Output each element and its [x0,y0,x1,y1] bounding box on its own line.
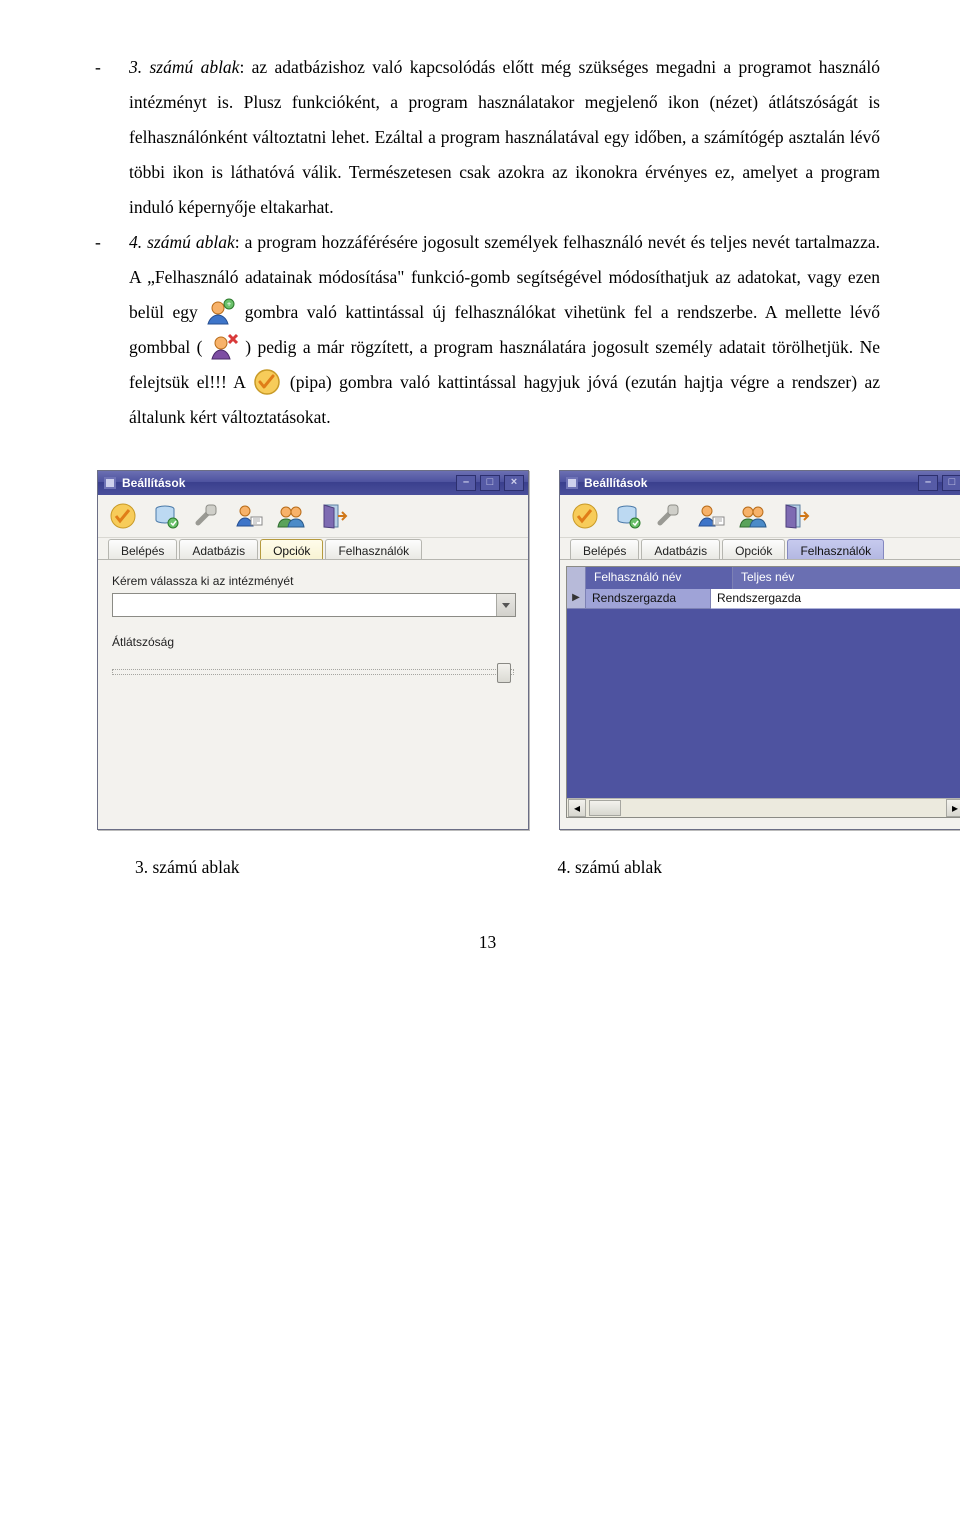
tab-bar: Belépés Adatbázis Opciók Felhasználók [98,538,528,559]
tab-adatbazis[interactable]: Adatbázis [641,539,720,560]
titlebar[interactable]: Beállítások – □ × [98,471,528,495]
caption-window-4: 4. számú ablak [418,850,841,885]
window-opciok: Beállítások – □ × Belépés Adatbázis Opci… [97,470,529,830]
row-marker-icon: ▶ [567,589,586,609]
col-username[interactable]: Felhasználó név [586,567,733,589]
users-grid[interactable]: Felhasználó név Teljes név ▶ Rendszergaz… [566,566,960,818]
hscroll-thumb[interactable] [589,800,621,816]
link-plug-icon[interactable] [192,501,222,531]
window-title: Beállítások [122,476,185,490]
add-user-icon: + [206,298,236,326]
list-item-3-text: : az adatbázishoz való kapcsolódás előtt… [129,57,880,217]
db-refresh-icon[interactable] [150,501,180,531]
institution-label: Kérem válassza ki az intézményét [112,574,514,588]
transparency-label: Átlátszóság [112,635,514,649]
tab-belepes[interactable]: Belépés [570,539,639,560]
window-icon [104,477,116,489]
col-fullname[interactable]: Teljes név [733,567,960,589]
maximize-button[interactable]: □ [942,475,960,491]
institution-combo[interactable] [112,593,516,617]
transparency-slider[interactable] [112,669,514,675]
list-item-3-body: 3. számú ablak: az adatbázishoz való kap… [129,50,880,225]
chevron-down-icon[interactable] [496,594,515,616]
tab-bar: Belépés Adatbázis Opciók Felhasználók [560,538,960,559]
tab-felhasznalok[interactable]: Felhasználók [787,539,884,560]
maximize-button[interactable]: □ [480,475,500,491]
grid-header: Felhasználó név Teljes név [567,567,960,589]
screenshot-row: Beállítások – □ × Belépés Adatbázis Opci… [95,470,880,830]
tab-belepes[interactable]: Belépés [108,539,177,560]
tab-opciok[interactable]: Opciók [260,539,323,560]
edit-user-icon[interactable] [696,501,726,531]
confirm-icon[interactable] [570,501,600,531]
grid-body: ▶ Rendszergazda Rendszergazda [567,589,960,817]
cell-fullname[interactable]: Rendszergazda [711,589,960,609]
db-refresh-icon[interactable] [612,501,642,531]
list-item-4-body: 4. számú ablak: a program hozzáférésére … [129,225,880,435]
close-button[interactable]: × [504,475,524,491]
screenshot-captions: 3. számú ablak 4. számú ablak [95,850,880,885]
users-group-icon[interactable] [276,501,306,531]
caption-window-3: 3. számú ablak [135,850,418,885]
confirm-icon[interactable] [108,501,138,531]
exit-door-icon[interactable] [780,501,810,531]
delete-user-icon [209,333,239,361]
minimize-button[interactable]: – [456,475,476,491]
users-group-icon[interactable] [738,501,768,531]
slider-thumb[interactable] [497,663,511,683]
list-item-3-lead: 3. számú ablak [129,57,239,77]
list-item-4-lead: 4. számú ablak [129,232,235,252]
felhasznalok-pane: Felhasználó név Teljes név ▶ Rendszergaz… [560,559,960,829]
list-item-4: - 4. számú ablak: a program hozzáférésér… [95,225,880,435]
toolbar [560,495,960,538]
window-title: Beállítások [584,476,647,490]
window-icon [566,477,578,489]
tab-felhasznalok[interactable]: Felhasználók [325,539,422,560]
confirm-check-icon [252,368,282,396]
edit-user-icon[interactable] [234,501,264,531]
scroll-left-button[interactable]: ◂ [568,799,586,817]
link-plug-icon[interactable] [654,501,684,531]
list-item-3: - 3. számú ablak: az adatbázishoz való k… [95,50,880,225]
svg-text:+: + [227,300,232,309]
bullet-dash: - [95,50,129,225]
window-felhasznalok: Beállítások – □ × Belépés Adatbázis Opci… [559,470,960,830]
bullet-dash: - [95,225,129,435]
toolbar [98,495,528,538]
exit-door-icon[interactable] [318,501,348,531]
titlebar[interactable]: Beállítások – □ × [560,471,960,495]
scroll-right-button[interactable]: ▸ [946,799,960,817]
tab-opciok[interactable]: Opciók [722,539,785,560]
opciok-pane: Kérem válassza ki az intézményét Átlátsz… [98,559,528,829]
page-number: 13 [95,925,880,960]
table-row[interactable]: ▶ Rendszergazda Rendszergazda [567,589,960,609]
horizontal-scrollbar[interactable]: ◂ ▸ [567,798,960,817]
cell-username[interactable]: Rendszergazda [586,589,711,609]
minimize-button[interactable]: – [918,475,938,491]
grid-corner [567,567,586,590]
tab-adatbazis[interactable]: Adatbázis [179,539,258,560]
